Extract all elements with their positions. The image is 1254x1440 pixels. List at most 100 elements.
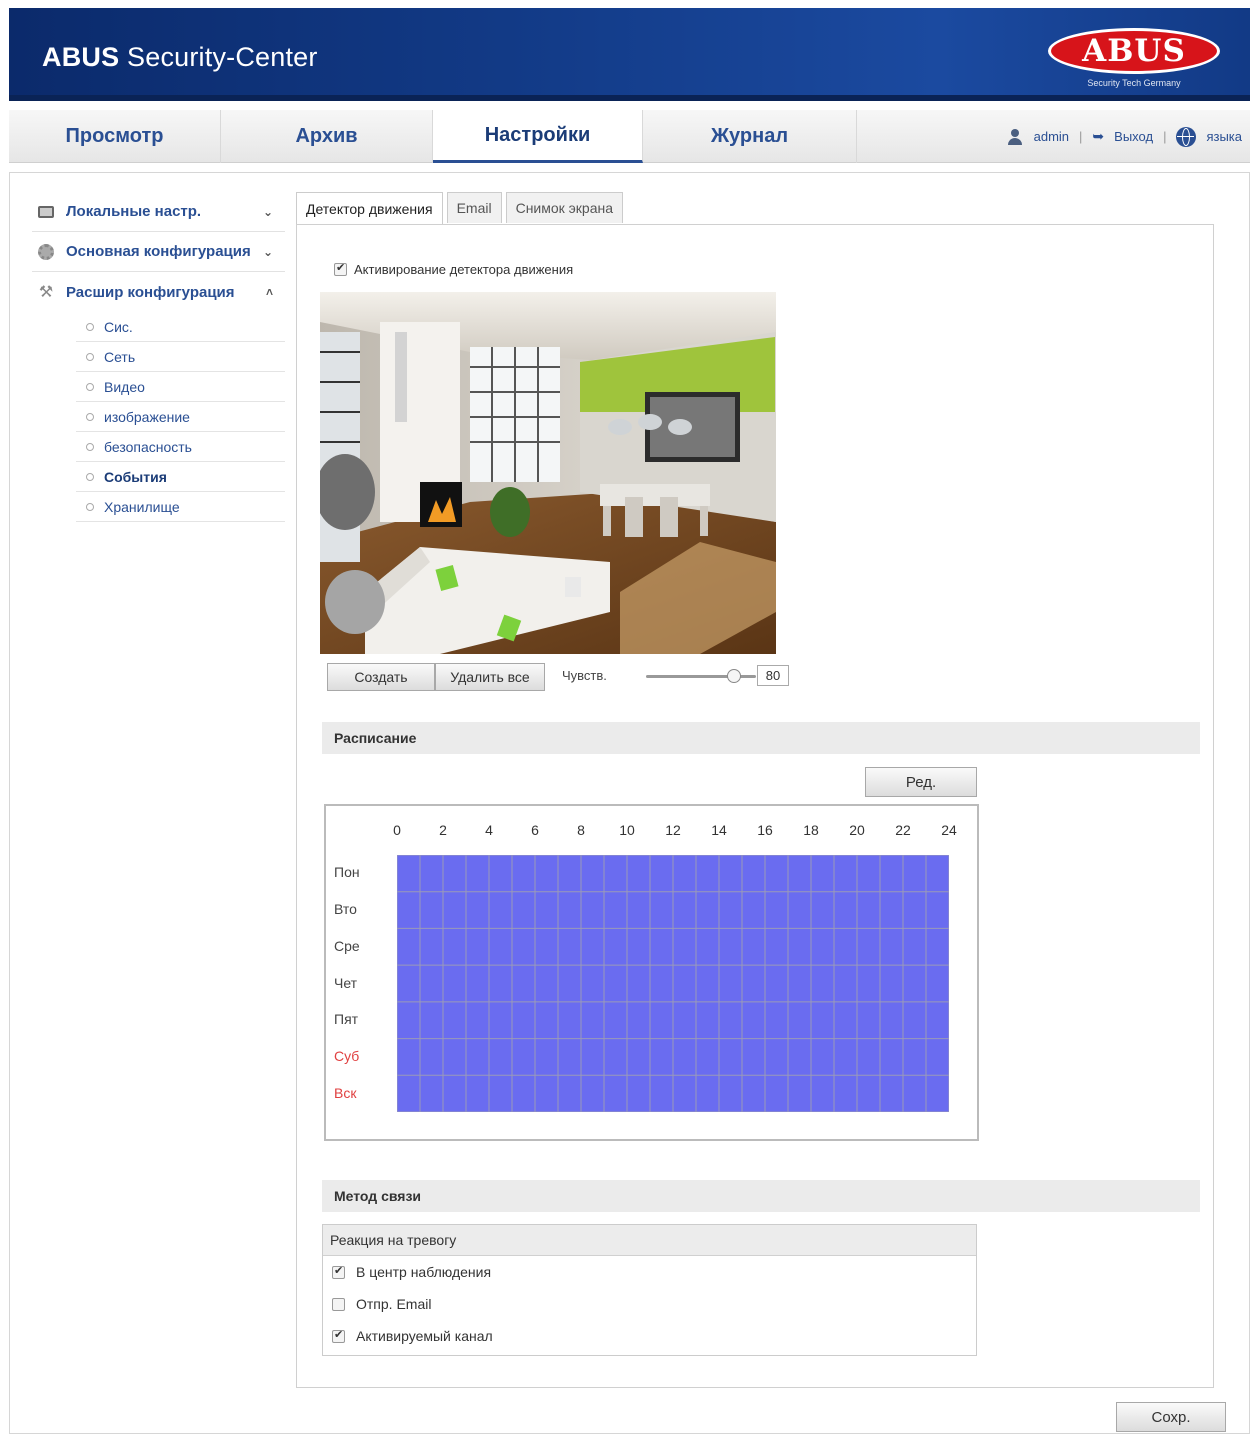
hour-label: 0 <box>393 822 401 838</box>
schedule-grid[interactable] <box>397 855 949 1112</box>
sidebar-item-label: События <box>104 468 167 485</box>
user-icon <box>1006 128 1024 146</box>
nav-user-area: admin | ➥ Выход | языка <box>1006 110 1242 163</box>
day-label: Чет <box>334 974 358 991</box>
day-label: Вто <box>334 901 357 918</box>
day-label: Пят <box>334 1011 359 1028</box>
nav-tab-log[interactable]: Журнал <box>643 110 857 163</box>
hour-label: 22 <box>895 822 911 838</box>
user-name[interactable]: admin <box>1034 129 1069 144</box>
language-link[interactable]: языка <box>1206 129 1242 144</box>
trigger-channel-label: Активируемый канал <box>356 1328 493 1344</box>
sidebar-item-network[interactable]: Сеть <box>76 342 285 372</box>
logout-icon: ➥ <box>1092 128 1105 144</box>
sidebar-item-label: изображение <box>104 408 190 425</box>
tab-snapshot[interactable]: Снимок экрана <box>505 192 624 223</box>
alarm-actions-header: Реакция на тревогу <box>323 1225 976 1256</box>
bullet-icon <box>86 442 94 451</box>
hour-label: 24 <box>941 822 957 838</box>
sensitivity-slider[interactable] <box>646 668 756 684</box>
nav-tab-settings[interactable]: Настройки <box>433 110 643 163</box>
delete-all-button[interactable]: Удалить все <box>435 663 545 691</box>
nav-tab-live-view[interactable]: Просмотр <box>9 110 221 163</box>
hour-label: 12 <box>665 822 681 838</box>
send-email-row: Отпр. Email <box>323 1288 976 1320</box>
alarm-actions-box: Реакция на тревогу В центр наблюдения От… <box>322 1224 977 1356</box>
sidebar-item-label: Хранилище <box>104 498 180 515</box>
activate-motion-checkbox[interactable] <box>334 261 347 276</box>
logo-text: ABUS <box>1082 33 1186 69</box>
sidebar-advanced-config[interactable]: ⚒ Расшир конфигурация ˄ <box>32 272 285 312</box>
chevron-down-icon: ⌄ <box>262 244 273 259</box>
day-label: Вск <box>334 1084 357 1101</box>
schedule-section-header: Расписание <box>322 722 1200 754</box>
hour-label: 18 <box>803 822 819 838</box>
top-navigation: Просмотр Архив Настройки Журнал admin | … <box>9 110 1250 163</box>
camera-preview[interactable] <box>320 292 776 654</box>
nav-tab-archive[interactable]: Архив <box>221 110 433 163</box>
logout-link[interactable]: Выход <box>1114 129 1153 144</box>
linkage-section-header: Метод связи <box>322 1180 1200 1212</box>
sidebar-item-security[interactable]: безопасность <box>76 432 285 462</box>
app-title: ABUS Security-Center <box>42 42 318 72</box>
day-label: Суб <box>334 1047 360 1064</box>
sidebar-item-label: Видео <box>104 378 145 395</box>
notify-center-label: В центр наблюдения <box>356 1264 492 1280</box>
sidebar-advanced-submenu: Сис. Сеть Видео изображение безопасность… <box>76 312 285 522</box>
room-scene-image <box>320 292 776 654</box>
bullet-icon <box>86 472 94 481</box>
hour-label: 20 <box>849 822 865 838</box>
abus-logo: ABUS Security Tech Germany <box>1048 28 1220 94</box>
chevron-up-icon: ˄ <box>265 285 273 299</box>
sidebar-advanced-label: Расшир конфигурация <box>66 283 235 301</box>
hour-label: 10 <box>619 822 635 838</box>
sidebar-item-events[interactable]: События <box>76 462 285 492</box>
sidebar: Локальные настр. ⌄ Основная конфигурация… <box>32 192 285 522</box>
sidebar-local-label: Локальные настр. <box>66 203 202 220</box>
sidebar-item-system[interactable]: Сис. <box>76 312 285 342</box>
activate-motion-label: Активирование детектора движения <box>354 262 574 277</box>
header-banner: ABUS Security-Center ABUS Security Tech … <box>9 8 1250 101</box>
sensitivity-label: Чувств. <box>562 668 607 683</box>
sidebar-local-config[interactable]: Локальные настр. ⌄ <box>32 192 285 232</box>
notify-center-checkbox[interactable] <box>332 1264 345 1279</box>
tab-motion-detection[interactable]: Детектор движения <box>296 192 443 225</box>
bullet-icon <box>86 322 94 331</box>
tab-email[interactable]: Email <box>446 192 502 223</box>
save-button[interactable]: Сохр. <box>1116 1402 1226 1432</box>
sidebar-basic-label: Основная конфигурация <box>66 243 251 260</box>
trigger-channel-checkbox[interactable] <box>332 1328 345 1343</box>
separator: | <box>1079 129 1083 144</box>
gear-icon <box>36 243 56 260</box>
globe-icon <box>1176 126 1197 147</box>
day-label: Пон <box>334 864 360 881</box>
sidebar-item-label: Сеть <box>104 348 136 365</box>
trigger-channel-row: Активируемый канал <box>323 1320 976 1352</box>
send-email-label: Отпр. Email <box>356 1296 432 1312</box>
bullet-icon <box>86 502 94 511</box>
hour-label: 4 <box>485 822 493 838</box>
slider-thumb[interactable] <box>727 669 741 683</box>
day-label: Сре <box>334 937 360 954</box>
activate-motion-row: Активирование детектора движения <box>334 261 574 277</box>
hour-label: 6 <box>531 822 539 838</box>
sidebar-item-storage[interactable]: Хранилище <box>76 492 285 522</box>
sidebar-item-image[interactable]: изображение <box>76 402 285 432</box>
separator: | <box>1163 129 1167 144</box>
bullet-icon <box>86 412 94 421</box>
chevron-down-icon: ⌄ <box>262 204 273 219</box>
hour-label: 16 <box>757 822 773 838</box>
sidebar-item-video[interactable]: Видео <box>76 372 285 402</box>
edit-schedule-button[interactable]: Ред. <box>865 767 977 797</box>
notify-center-row: В центр наблюдения <box>323 1256 976 1288</box>
send-email-checkbox[interactable] <box>332 1297 345 1311</box>
sidebar-basic-config[interactable]: Основная конфигурация ⌄ <box>32 232 285 272</box>
hour-label: 8 <box>577 822 585 838</box>
sidebar-item-label: безопасность <box>104 438 192 455</box>
create-area-button[interactable]: Создать <box>327 663 435 691</box>
settings-tabs: Детектор движения Email Снимок экрана <box>296 192 624 225</box>
bullet-icon <box>86 352 94 361</box>
sensitivity-value[interactable]: 80 <box>757 665 789 686</box>
logo-tagline: Security Tech Germany <box>1087 78 1181 88</box>
wrench-icon: ⚒ <box>38 284 54 301</box>
